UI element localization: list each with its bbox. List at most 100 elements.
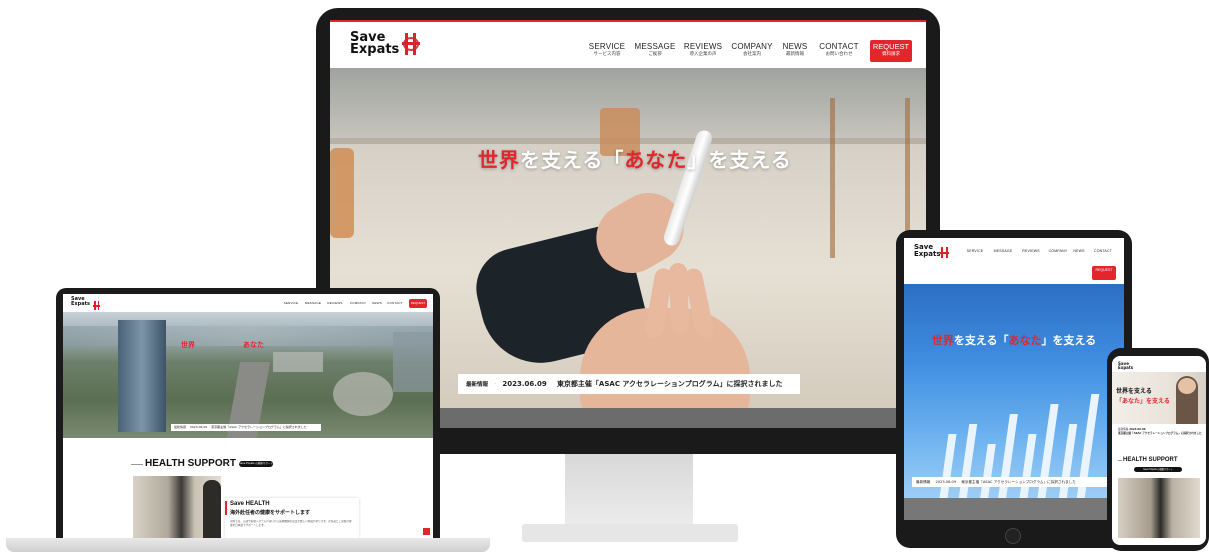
tablet-nav-service[interactable]: SERVICE [962, 249, 988, 253]
tablet-nav-contact-label: CONTACT [1093, 249, 1113, 253]
nav-company-sub: 会社案内 [743, 52, 761, 57]
phone-news[interactable]: 最新情報 2023.06.09 東京都主催「ASAC アクセラレーションプログラ… [1118, 428, 1202, 436]
tablet-request-button[interactable]: REQUEST [1092, 266, 1116, 280]
tablet-screen: Save Expats SERVICE MESSAGE REVIEWS COMP… [904, 238, 1124, 520]
laptop-nav-company[interactable]: COMPANY [347, 301, 369, 305]
nav-news-label: NEWS [782, 42, 808, 51]
nav-news-sub: 最新情報 [786, 52, 804, 57]
nav-message[interactable]: MESSAGE ご挨拶 [634, 42, 676, 57]
request-button[interactable]: REQUEST 資料請求 [870, 40, 912, 62]
news-label: 最新情報 [466, 382, 489, 388]
laptop-nav-contact-label: CONTACT [387, 301, 403, 305]
laptop-nav-reviews[interactable]: REVIEWS [325, 301, 345, 305]
nav-company[interactable]: COMPANY 会社案内 [730, 42, 774, 57]
news-date: 2023.06.09 [502, 380, 547, 388]
tablet-request-label: REQUEST [1095, 268, 1113, 272]
nav-news[interactable]: NEWS 最新情報 [778, 42, 812, 57]
tablet-footer-band [904, 498, 1124, 520]
laptop-news-bar[interactable]: 最新情報 2023.06.09 東京都主催「ASAC アクセラレーションプログラ… [171, 424, 321, 431]
nav-contact-label: CONTACT [819, 42, 859, 51]
phone-logo[interactable]: Save Expats [1118, 362, 1133, 370]
news-text: 東京都主催「ASAC アクセラレーションプログラム」に採択されました [556, 380, 783, 388]
tablet-home-button[interactable] [1005, 528, 1021, 544]
hero-heading: 世界を支える「あなた」を支える [478, 144, 791, 173]
laptop-photo-figure [203, 480, 221, 538]
laptop-logo[interactable]: Save Expats [71, 297, 90, 307]
tablet-news-text: 東京都主催「ASAC アクセラレーションプログラム」に採択されました [961, 480, 1076, 484]
tablet-logo-mark-icon [940, 247, 949, 258]
phone-section-photo [1118, 478, 1200, 538]
tablet-news-label: 最新情報 [916, 480, 931, 484]
hero-word-world: 世界 [478, 148, 520, 172]
laptop-nav-news[interactable]: NEWS [369, 301, 385, 305]
nav-company-label: COMPANY [731, 42, 773, 51]
wooden-chair [830, 98, 910, 258]
laptop-card-body: 海外では、言語や医療システムの違いから医療機関の受診が難しい場面があります。赴任… [230, 520, 352, 527]
monitor-stand-base [522, 524, 738, 542]
news-separator: · [494, 381, 497, 388]
nav-service-label: SERVICE [588, 42, 626, 51]
phone-hero-image: 世界を支える 「あなた」を支える [1112, 372, 1206, 424]
logo-line2: Expats [350, 42, 400, 58]
laptop-nav-service[interactable]: SERVICE [281, 301, 301, 305]
laptop-screen: Save Expats SERVICE MESSAGE REVIEWS COMP… [63, 294, 433, 538]
phone-news-text: 東京都主催「ASAC アクセラレーションプログラム」に採択されました [1118, 432, 1202, 435]
logo[interactable]: Save Expats [350, 31, 400, 58]
phone-news-label: 最新情報 [1118, 428, 1129, 431]
hero-text-a: を支える「 [520, 148, 625, 172]
tablet-nav-company[interactable]: COMPANY [1044, 249, 1072, 253]
laptop-section-tag: Save Expats の健康サポート [239, 461, 273, 467]
site-header: Save Expats SERVICE サービス内容 MESSAGE ご挨拶 R… [330, 20, 926, 68]
tablet-nav-reviews[interactable]: REVIEWS [1018, 249, 1044, 253]
nav-contact-sub: お問い合わせ [825, 52, 853, 57]
hero-word-you: あなた [624, 148, 688, 172]
tablet-header: Save Expats SERVICE MESSAGE REVIEWS COMP… [904, 238, 1124, 284]
laptop-nav-reviews-label: REVIEWS [327, 301, 343, 305]
nav-contact[interactable]: CONTACT お問い合わせ [818, 42, 860, 57]
tablet-nav-contact[interactable]: CONTACT [1090, 249, 1116, 253]
phone-section-title: HEALTH SUPPORT [1123, 457, 1178, 463]
tablet-nav-service-label: SERVICE [966, 249, 984, 253]
laptop-card-subtitle: 海外赴任者の健康をサポートします [230, 510, 311, 516]
laptop-hero-fragment-world: 世界 [181, 341, 195, 349]
phone-section-tag: Save Expats の健康サポート [1134, 467, 1182, 472]
tablet-hero-image: 世界を支える「あなた」を支える 最新情報 2023.06.09 東京都主催「AS… [904, 284, 1124, 498]
laptop-card-title: Save HEALTH [230, 501, 270, 507]
laptop-card: Save HEALTH 海外赴任者の健康をサポートします 海外では、言語や医療シ… [225, 498, 359, 538]
nav-reviews-label: REVIEWS [683, 42, 723, 51]
laptop-nav-message-label: MESSAGE [304, 301, 322, 305]
phone-hero-line1: 世界を支える [1116, 386, 1152, 395]
laptop-logo-mark-icon [93, 301, 100, 310]
laptop-scroll-button[interactable] [423, 528, 430, 535]
tablet-hero-a: を支える「 [953, 334, 1009, 347]
tablet-hero-world: 世界 [931, 334, 954, 347]
tablet-logo[interactable]: Save Expats [914, 244, 941, 257]
nav-reviews[interactable]: REVIEWS 導入企業の声 [682, 42, 724, 57]
news-bar[interactable]: 最新情報 · 2023.06.09 東京都主催「ASAC アクセラレーションプロ… [458, 374, 800, 394]
tablet-news-date: 2023.06.09 [935, 480, 957, 484]
laptop-news-date: 2023.06.09 [189, 425, 208, 429]
orange-object [330, 148, 354, 238]
laptop-section-title: HEALTH SUPPORT [145, 458, 236, 469]
laptop-request-label: REQUEST [410, 301, 426, 305]
logo-mark-icon [402, 33, 420, 55]
laptop-hero-image: 世界 あなた 最新情報 2023.06.09 東京都主催「ASAC アクセラレー… [63, 312, 433, 438]
tablet-hero-you: あなた [1008, 334, 1042, 347]
nav-message-sub: ご挨拶 [648, 52, 662, 57]
nav-reviews-sub: 導入企業の声 [689, 52, 717, 57]
laptop-news-text: 東京都主催「ASAC アクセラレーションプログラム」に採択されました [211, 425, 307, 429]
top-red-line [330, 20, 926, 22]
tablet-nav-news[interactable]: NEWS [1070, 249, 1088, 253]
laptop-request-button[interactable]: REQUEST [409, 299, 427, 308]
laptop-nav-message[interactable]: MESSAGE [303, 301, 323, 305]
tablet-nav-news-label: NEWS [1073, 249, 1085, 253]
tablet-logo-line2: Expats [914, 249, 941, 258]
laptop-hero-fragment-you: あなた [243, 341, 264, 349]
phone-news-date: 2023.06.09 [1129, 428, 1146, 431]
tablet-news-bar[interactable]: 最新情報 2023.06.09 東京都主催「ASAC アクセラレーションプログラ… [912, 477, 1116, 487]
tablet-hero-b: 」を支える [1041, 334, 1097, 347]
nav-service[interactable]: SERVICE サービス内容 [586, 42, 628, 57]
laptop-section-line [131, 464, 143, 465]
tablet-nav-message[interactable]: MESSAGE [990, 249, 1016, 253]
laptop-nav-contact[interactable]: CONTACT [385, 301, 405, 305]
